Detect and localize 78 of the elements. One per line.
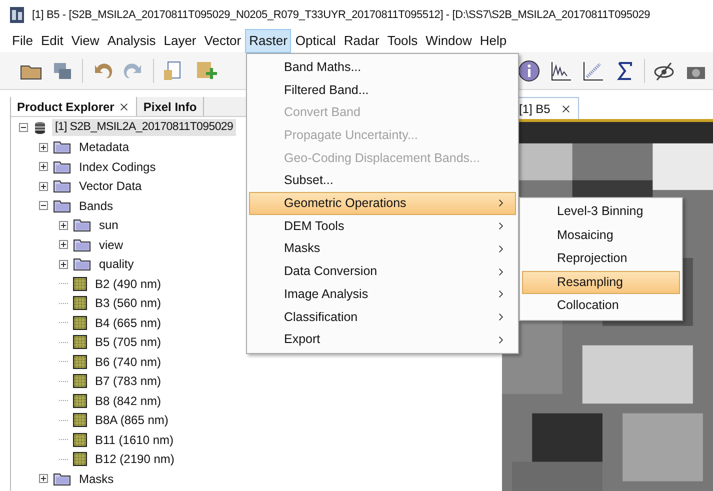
menu-item[interactable]: Vector (200, 29, 246, 53)
menu-item[interactable]: Data Conversion (249, 260, 516, 283)
tree-item[interactable]: Masks (76, 470, 117, 488)
menu-item[interactable]: Image Analysis (249, 282, 516, 306)
folder-icon (53, 140, 71, 154)
menu-item[interactable]: Radar (340, 29, 384, 53)
menu-item[interactable]: View (67, 29, 104, 53)
expand-icon[interactable] (59, 260, 68, 269)
tree-item[interactable]: view (96, 236, 126, 254)
panel-tab[interactable]: Product Explorer (11, 97, 138, 116)
expand-icon[interactable] (39, 162, 48, 172)
folder-icon (73, 218, 91, 232)
menu-item[interactable]: Collocation (522, 294, 680, 318)
folder-icon (73, 238, 91, 252)
tree-item[interactable]: Vector Data (76, 177, 145, 196)
tree-item[interactable]: B8A (865 nm) (92, 411, 172, 430)
menu-item[interactable]: Edit (36, 29, 68, 53)
tree-item[interactable]: Metadata (76, 138, 132, 156)
menu-item[interactable]: Window (422, 29, 476, 53)
tree-item[interactable]: B2 (490 nm) (92, 274, 164, 293)
menu-item[interactable]: Level-3 Binning (522, 200, 680, 224)
menu-item[interactable]: Raster (245, 29, 292, 53)
expand-icon[interactable] (59, 220, 68, 230)
close-icon[interactable] (118, 100, 130, 112)
menu-item[interactable]: Classification (249, 306, 516, 328)
menu-item[interactable]: Help (476, 29, 511, 53)
tree-item[interactable]: Index Codings (76, 158, 159, 176)
band-icon (73, 452, 87, 466)
tree-item[interactable]: B5 (705 nm) (92, 333, 164, 352)
menu-item[interactable]: Export (249, 328, 516, 351)
menu-item[interactable]: Subset... (249, 169, 516, 192)
window-title: [1] B5 - [S2B_MSIL2A_20170811T095029_N0205_R079_T33UYR_20170811T095512] - [D:\SS7\S2B_MSIL2A_20170811T095029 (32, 8, 650, 23)
expand-icon[interactable] (39, 474, 48, 484)
folder-icon (73, 257, 91, 272)
band-icon (73, 413, 87, 428)
menu-item[interactable]: File (8, 29, 37, 53)
menu-item[interactable]: Mosaicing (522, 224, 680, 247)
band-icon (73, 374, 87, 388)
band-icon (73, 335, 87, 350)
band-icon (73, 316, 87, 330)
folder-icon (53, 198, 71, 213)
menu-item[interactable]: Layer (160, 29, 200, 53)
close-icon[interactable] (560, 102, 572, 114)
band-icon (73, 296, 87, 310)
menu-item[interactable]: DEM Tools (249, 214, 516, 238)
tree-item[interactable]: B11 (1610 nm) (92, 430, 176, 449)
menu-item[interactable]: Tools (383, 29, 422, 53)
folder-icon (53, 472, 71, 486)
folder-icon (53, 179, 71, 194)
band-icon (73, 354, 87, 369)
folder-icon (53, 160, 71, 174)
tree-item[interactable]: B3 (560 nm) (92, 294, 164, 312)
tree-item[interactable]: B6 (740 nm) (92, 352, 164, 371)
menu-item[interactable]: Resampling (522, 270, 680, 294)
tree-item[interactable]: [1] S2B_MSIL2A_20170811T095029 (52, 119, 236, 136)
info-icon[interactable] (516, 58, 542, 84)
tree-item[interactable]: quality (96, 255, 137, 274)
tree-item[interactable]: B12 (2190 nm) (92, 450, 178, 468)
band-icon (73, 432, 87, 447)
band-icon (73, 394, 87, 408)
menu-item[interactable]: Geometric Operations (249, 192, 516, 215)
collapse-icon[interactable] (39, 201, 48, 210)
menu-item[interactable]: Optical (291, 29, 340, 53)
collapse-icon[interactable] (19, 123, 28, 132)
expand-icon[interactable] (39, 182, 48, 191)
tree-item[interactable]: B7 (783 nm) (92, 372, 164, 390)
app-icon (10, 7, 24, 23)
database-icon (33, 120, 47, 135)
tree-item[interactable]: sun (96, 216, 122, 234)
menu-item[interactable]: Reprojection (522, 247, 680, 270)
tree-item[interactable]: B4 (665 nm) (92, 314, 164, 332)
menu-item[interactable]: Masks (249, 238, 516, 260)
tree-item[interactable]: Bands (76, 196, 116, 215)
expand-icon[interactable] (39, 142, 48, 152)
expand-icon[interactable] (59, 240, 68, 250)
band-icon (73, 276, 87, 291)
tree-item[interactable]: B8 (842 nm) (92, 392, 164, 410)
menu-item[interactable]: Analysis (103, 29, 160, 53)
